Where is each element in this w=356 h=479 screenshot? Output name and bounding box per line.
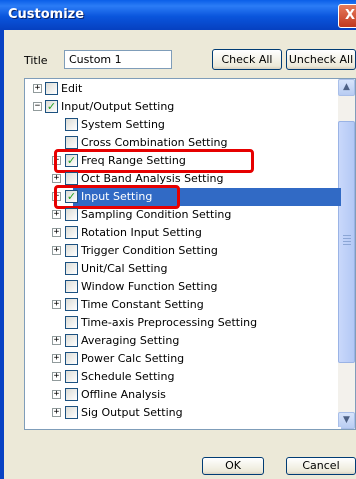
cancel-button[interactable]: Cancel [286, 457, 356, 475]
tree-item[interactable]: System Setting [25, 116, 337, 134]
tree-item-checkbox[interactable] [65, 298, 78, 311]
tree-item[interactable]: + Averaging Setting [25, 332, 337, 350]
tree-item-checkbox[interactable] [65, 226, 78, 239]
tree-item[interactable]: + Rotation Input Setting [25, 224, 337, 242]
settings-tree[interactable]: ▲ ▼ + Edit − ✓ Input/Output Setting System Se… [24, 78, 356, 430]
tree-item-label: Offline Analysis [81, 388, 166, 401]
tree-item-label: Time Constant Setting [81, 298, 204, 311]
tree-item-checkbox[interactable] [65, 244, 78, 257]
tree-item[interactable]: + Sampling Condition Setting [25, 206, 337, 224]
scroll-up-icon[interactable]: ▲ [338, 79, 355, 96]
tree-item-checkbox[interactable] [65, 280, 78, 293]
tree-item-label: Averaging Setting [81, 334, 180, 347]
tree-item-label: Edit [61, 82, 83, 95]
check-all-button[interactable]: Check All [212, 49, 282, 70]
expand-icon[interactable]: + [52, 300, 61, 309]
close-button[interactable]: X [338, 4, 356, 28]
tree-item-checkbox[interactable] [65, 352, 78, 365]
expand-icon[interactable]: + [52, 246, 61, 255]
tree-item[interactable]: + Sig Output Setting [25, 404, 337, 422]
expand-icon[interactable]: + [52, 336, 61, 345]
tree-item[interactable]: + Edit [25, 80, 337, 98]
tree-item-label: System Setting [81, 118, 165, 131]
tree-item[interactable]: − ✓ Input/Output Setting [25, 98, 337, 116]
expand-icon[interactable]: + [52, 372, 61, 381]
tree-item[interactable]: + Schedule Setting [25, 368, 337, 386]
tree-item-label: Power Calc Setting [81, 352, 185, 365]
tree-item[interactable]: Time-axis Preprocessing Setting [25, 314, 337, 332]
tree-item-label: Sig Output Setting [81, 406, 183, 419]
scroll-thumb[interactable] [338, 121, 355, 363]
window-title: Customize [8, 7, 85, 22]
tree-item[interactable]: + Time Constant Setting [25, 296, 337, 314]
tree-item-checkbox[interactable] [65, 208, 78, 221]
ok-button[interactable]: OK [202, 457, 264, 475]
tree-item-label: Unit/Cal Setting [81, 262, 168, 275]
tree-item-label: Oct Band Analysis Setting [81, 172, 224, 185]
tree-item-label: Time-axis Preprocessing Setting [81, 316, 258, 329]
tree-item[interactable]: + Offline Analysis [25, 386, 337, 404]
title-label: Title [24, 54, 48, 67]
collapse-icon[interactable]: − [33, 102, 42, 111]
tree-item-checkbox[interactable]: ✓ [45, 100, 58, 113]
tree-item-checkbox[interactable] [65, 172, 78, 185]
title-input[interactable]: Custom 1 [64, 50, 172, 69]
tree-item[interactable]: + Trigger Condition Setting [25, 242, 337, 260]
vertical-scrollbar[interactable]: ▲ ▼ [338, 79, 355, 429]
uncheck-all-button[interactable]: Uncheck All [286, 49, 356, 70]
tree-bottom-edge [25, 427, 341, 429]
tree-item-label: Schedule Setting [81, 370, 175, 383]
tree-item-checkbox[interactable] [65, 136, 78, 149]
tree-item-checkbox[interactable] [65, 406, 78, 419]
tree-item[interactable]: Window Function Setting [25, 278, 337, 296]
tree-item-checkbox[interactable] [65, 262, 78, 275]
tree-item-checkbox[interactable] [65, 334, 78, 347]
tree-item-label: Window Function Setting [81, 280, 218, 293]
tree-item[interactable]: + Power Calc Setting [25, 350, 337, 368]
tree-item-checkbox[interactable] [45, 82, 58, 95]
expand-icon[interactable]: + [52, 408, 61, 417]
expand-icon[interactable]: + [33, 84, 42, 93]
expand-icon[interactable]: + [52, 228, 61, 237]
tree-item-checkbox[interactable] [65, 370, 78, 383]
tree-item-label: Cross Combination Setting [81, 136, 228, 149]
tree-item[interactable]: Unit/Cal Setting [25, 260, 337, 278]
tree-item-checkbox[interactable] [65, 388, 78, 401]
expand-icon[interactable]: + [52, 390, 61, 399]
tree-item-checkbox[interactable] [65, 316, 78, 329]
tree-item-label: Input/Output Setting [61, 100, 175, 113]
tree-item-label: Trigger Condition Setting [81, 244, 218, 257]
title-bar[interactable]: Customize X [0, 0, 356, 30]
tree-item-label: Sampling Condition Setting [81, 208, 232, 221]
tree-item-checkbox[interactable] [65, 118, 78, 131]
expand-icon[interactable]: + [52, 354, 61, 363]
expand-icon[interactable]: + [52, 210, 61, 219]
tree-item-label: Rotation Input Setting [81, 226, 202, 239]
expand-icon[interactable]: + [52, 174, 61, 183]
window-frame [0, 30, 4, 479]
